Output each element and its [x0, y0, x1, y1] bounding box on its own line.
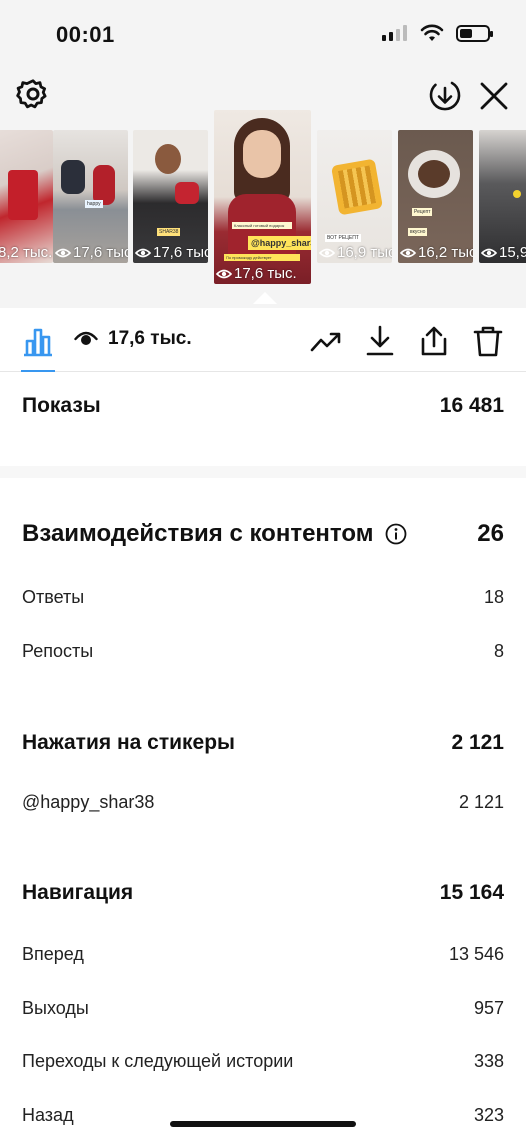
bar-chart-icon[interactable] [21, 324, 55, 358]
story-views: 16,2 тыс. [400, 244, 473, 261]
sticker-taps-value: 2 121 [451, 731, 504, 754]
eye-icon [216, 269, 232, 278]
impressions-label: Показы [22, 394, 101, 417]
story-thumbnail[interactable]: SHAR38 17,6 тыс. [133, 130, 208, 263]
selection-pointer [253, 292, 277, 304]
cellular-signal-icon [382, 25, 407, 41]
trash-icon[interactable] [471, 324, 505, 358]
navigation-value: 15 164 [439, 881, 504, 904]
interactions-label: Взаимодействия с контентом [22, 520, 374, 547]
info-icon[interactable] [385, 523, 407, 545]
story-thumbnail[interactable]: 15,9 тыс. [479, 130, 526, 263]
battery-icon [456, 24, 493, 42]
stat-row-next-story: Переходы к следующей истории 338 [22, 1051, 504, 1071]
stat-row-forward: Вперед 13 546 [22, 944, 504, 964]
story-sticker: @happy_shar38 [248, 236, 311, 250]
stat-row-replies: Ответы 18 [22, 587, 504, 607]
eye-icon [74, 331, 98, 345]
download-icon[interactable] [363, 324, 397, 358]
story-views: 15,9 тыс. [481, 244, 526, 261]
impressions-value: 16 481 [439, 394, 504, 417]
active-tab-underline [21, 370, 55, 372]
sticker-taps-header: Нажатия на стикеры 2 121 [22, 731, 504, 755]
stat-row-reposts: Репосты 8 [22, 641, 504, 661]
eye-icon [55, 248, 71, 257]
story-thumbnail[interactable]: 8,2 тыс. [0, 130, 53, 263]
story-views: 8,2 тыс. [0, 244, 53, 261]
story-thumbnail[interactable]: Рецепт вкусно 16,2 тыс. [398, 130, 473, 263]
impressions-row: Показы 16 481 [22, 394, 504, 418]
stories-carousel[interactable]: 8,2 тыс. happy 17,6 тыс. SHAR38 17,6 тыс… [0, 108, 526, 288]
status-time: 00:01 [56, 22, 115, 47]
status-icons [382, 24, 493, 42]
trending-icon[interactable] [309, 324, 343, 358]
story-thumbnail[interactable]: ВОТ РЕЦЕПТ 16,9 тыс. [317, 130, 392, 263]
views-summary: 17,6 тыс. [74, 328, 192, 350]
interactions-header: Взаимодействия с контентом 26 [22, 520, 504, 548]
eye-icon [319, 248, 335, 257]
story-thumbnail-selected[interactable]: Классный готовый подарок @happy_shar38 П… [214, 110, 311, 284]
story-header: 00:01 8,2 тыс. happy 17,6 тыс SHAR38 17,… [0, 0, 526, 308]
navigation-header: Навигация 15 164 [22, 881, 504, 905]
section-divider [0, 466, 526, 478]
eye-icon [400, 248, 416, 257]
story-views: 17,6 тыс. [135, 244, 208, 261]
gear-icon[interactable] [16, 78, 50, 112]
share-icon[interactable] [417, 324, 451, 358]
story-views: 17,6 тыс. [216, 265, 297, 282]
story-views: 16,9 тыс. [319, 244, 392, 261]
interactions-value: 26 [477, 520, 504, 547]
home-indicator[interactable] [170, 1121, 356, 1127]
story-views: 17,6 тыс. [55, 244, 128, 261]
sticker-taps-label: Нажатия на стикеры [22, 731, 235, 754]
eye-icon [135, 248, 151, 257]
stat-row-exits: Выходы 957 [22, 998, 504, 1018]
stat-row-sticker: @happy_shar38 2 121 [22, 792, 504, 812]
story-toolbar: 17,6 тыс. [0, 308, 526, 372]
navigation-label: Навигация [22, 881, 134, 904]
wifi-icon [420, 24, 444, 41]
eye-icon [481, 248, 497, 257]
story-thumbnail[interactable]: happy 17,6 тыс. [53, 130, 128, 263]
